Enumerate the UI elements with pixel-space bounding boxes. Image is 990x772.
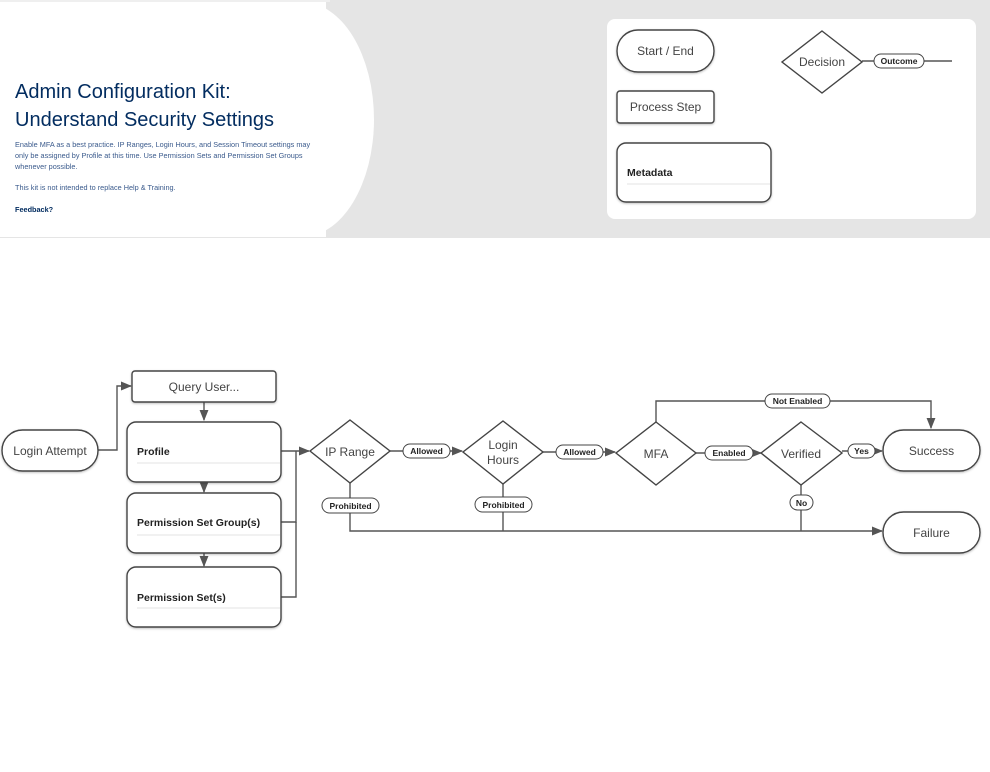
pill-mfa-enabled-label: Enabled [712,448,745,458]
pill-mfa-not-enabled-label: Not Enabled [773,396,823,406]
legend-metadata-label: Metadata [627,167,673,179]
decision-ip-range: IP Range [308,419,392,484]
diagram-canvas: Start / End Process Step Metadata Decisi… [1,29,981,628]
decision-mfa-label: MFA [644,447,669,461]
node-login-attempt: Login Attempt [1,429,99,472]
legend-start-end: Start / End [616,29,715,73]
decision-login-hours-label-2: Hours [487,453,519,467]
pill-hours-allowed-label: Allowed [563,447,596,457]
pill-ip-prohibited-label: Prohibited [329,501,371,511]
node-failure-label: Failure [913,526,950,540]
node-profile-label: Profile [137,446,170,458]
decision-mfa: MFA [614,421,698,486]
node-permission-set-groups-label: Permission Set Group(s) [137,517,260,529]
legend-outcome-label: Outcome [881,56,918,66]
edge-login-to-query [98,381,133,451]
node-login-attempt-label: Login Attempt [13,444,87,458]
legend-decision-label: Decision [799,55,845,69]
legend-start-end-label: Start / End [637,44,694,58]
decision-verified-label: Verified [781,447,821,461]
node-query-user: Query User... [131,370,277,403]
pill-mfa-enabled: Enabled [704,445,754,461]
edge-ps-to-ip [281,522,297,598]
node-profile: Profile [126,421,282,483]
pill-verified-yes-label: Yes [854,446,869,456]
pill-mfa-not-enabled: Not Enabled [764,393,831,409]
node-permission-set-groups: Permission Set Group(s) [126,492,282,554]
node-permission-sets: Permission Set(s) [126,566,282,628]
edge-psg-to-ip [281,451,297,523]
legend-process-step-label: Process Step [630,100,702,114]
node-query-user-label: Query User... [169,380,240,394]
legend-decision: Decision [780,30,952,94]
pill-hours-allowed: Allowed [555,444,604,460]
node-failure: Failure [882,511,981,554]
node-success-label: Success [909,444,954,458]
pill-hours-prohibited-label: Prohibited [482,500,524,510]
pill-ip-allowed-label: Allowed [410,446,443,456]
decision-login-hours: Login Hours [461,420,545,485]
pill-verified-yes: Yes [847,443,876,459]
decision-verified: Verified [759,421,844,486]
decision-login-hours-label-1: Login [488,438,517,452]
decision-ip-range-label: IP Range [325,445,375,459]
node-success: Success [882,429,981,472]
legend-process-step: Process Step [616,90,715,124]
pill-ip-allowed: Allowed [402,443,451,459]
legend-outcome: Outcome [873,53,925,69]
pill-verified-no-label: No [796,498,807,508]
connectors [98,381,936,598]
pill-hours-prohibited: Prohibited [474,496,533,513]
pill-ip-prohibited: Prohibited [321,497,380,514]
node-permission-sets-label: Permission Set(s) [137,592,226,604]
pill-verified-no: No [789,494,814,511]
legend-metadata: Metadata [616,142,772,203]
